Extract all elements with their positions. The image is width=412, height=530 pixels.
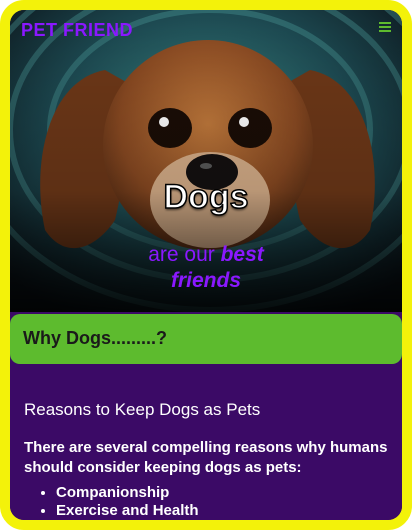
reasons-list: Companionship Exercise and Health [24, 484, 199, 520]
hero-subtitle: are our best friends [10, 242, 402, 294]
brand-logo[interactable]: PET FRIEND [21, 20, 133, 41]
hero-title: Dogs [163, 177, 250, 217]
reason-item: Companionship [56, 484, 199, 502]
hero-subtitle-emphasis-2: friends [170, 269, 241, 292]
app-frame: PET FRIEND Dogs are our best friends Why… [0, 0, 412, 530]
content-heading: Reasons to Keep Dogs as Pets [24, 400, 261, 419]
content-section: Reasons to Keep Dogs as Pets There are s… [10, 376, 402, 520]
hamburger-menu-icon[interactable] [376, 18, 394, 36]
why-dogs-bar[interactable]: Why Dogs.........? [10, 314, 402, 364]
content-intro: There are several compelling reasons why… [24, 439, 388, 476]
reason-item: Exercise and Health [56, 502, 199, 520]
hero-section: PET FRIEND Dogs are our best friends [10, 10, 402, 312]
hero-subtitle-prefix: are our [148, 243, 215, 266]
hero-subtitle-emphasis-1: best [220, 243, 264, 266]
